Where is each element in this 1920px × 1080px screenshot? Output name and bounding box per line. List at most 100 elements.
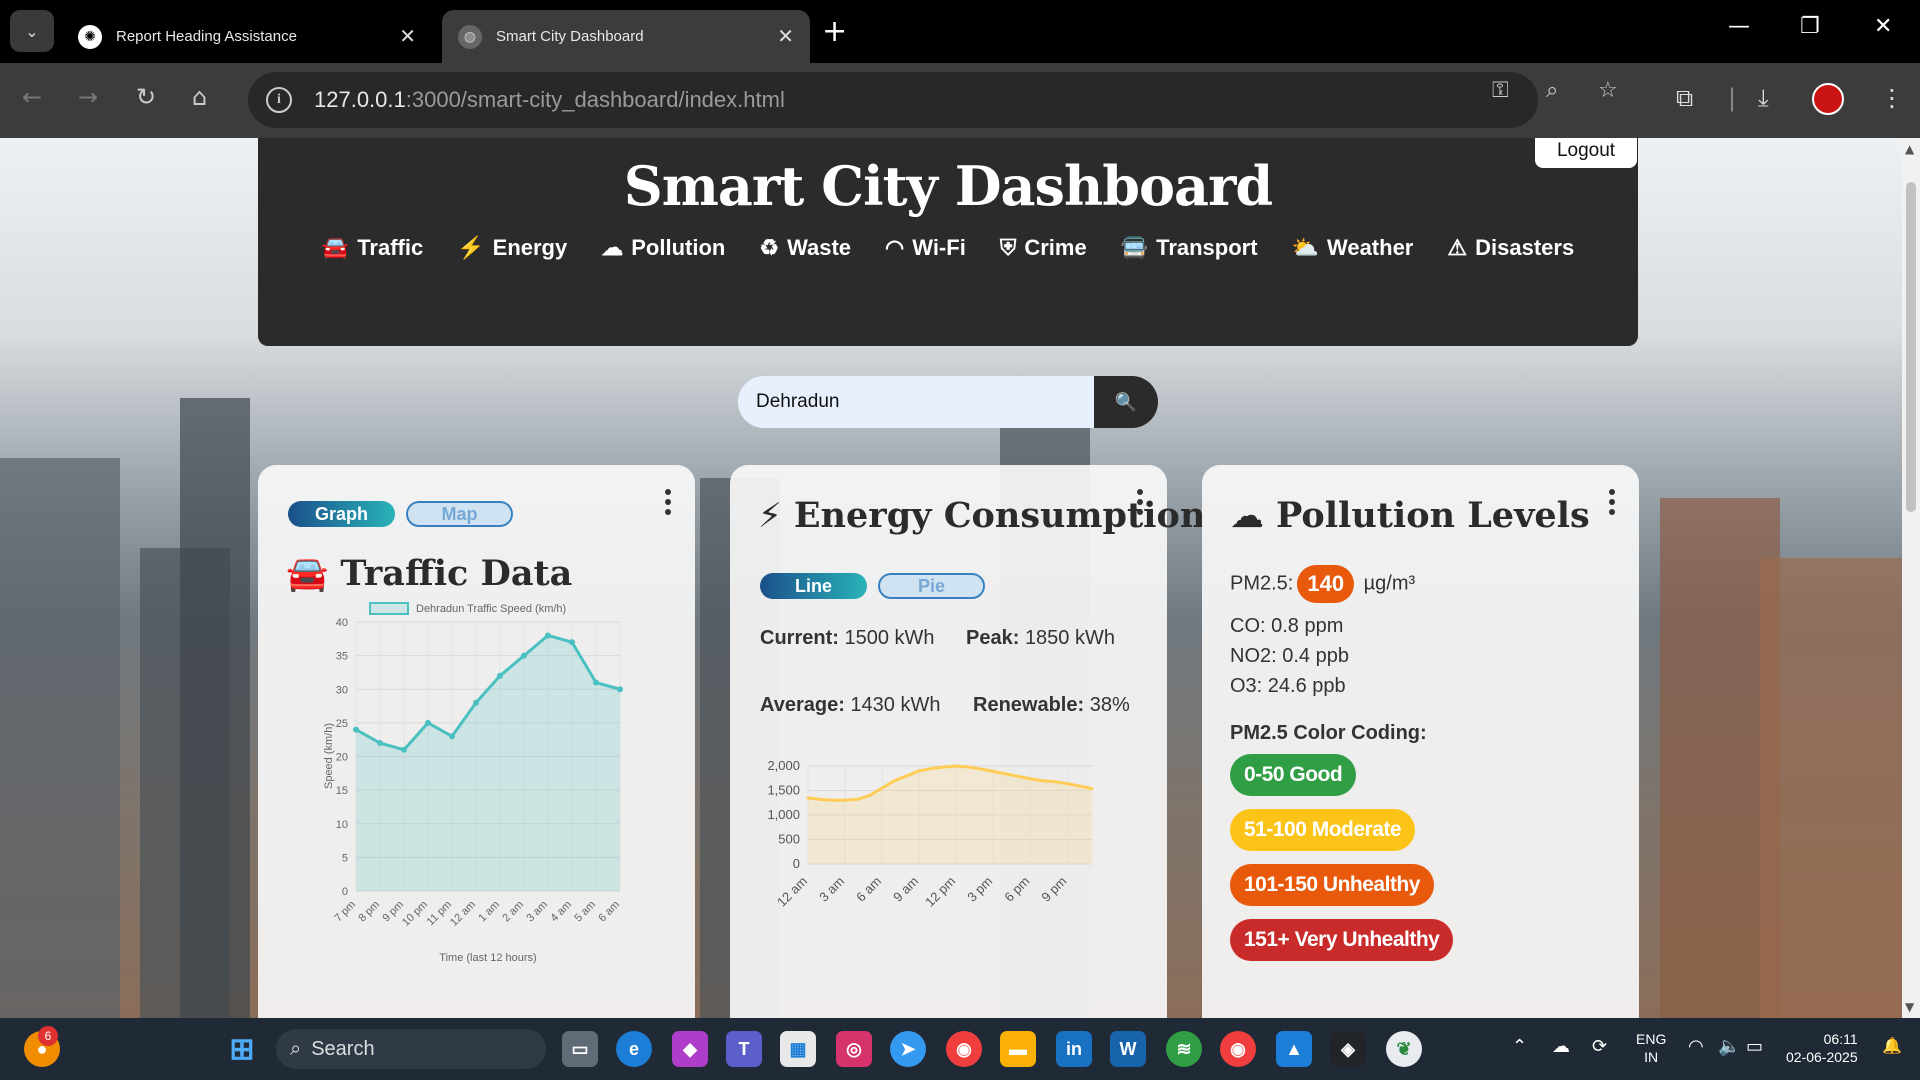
reload-icon[interactable]: ↻ xyxy=(136,83,156,111)
x-tick-label: 9 am xyxy=(890,874,921,905)
nav-energy[interactable]: ⚡ Energy xyxy=(457,235,567,261)
traffic-data-point xyxy=(617,686,623,693)
home-icon[interactable]: ⌂ xyxy=(192,83,207,111)
new-tab-button[interactable]: + xyxy=(822,14,847,49)
page-scrollbar[interactable]: ▲ ▼ xyxy=(1902,138,1920,1018)
x-tick-label: 12 am xyxy=(774,874,810,910)
site-info-icon[interactable]: i xyxy=(266,87,292,113)
extensions-icon[interactable]: ⧉ xyxy=(1676,84,1693,112)
bookmark-star-icon[interactable]: ☆ xyxy=(1598,78,1618,103)
password-key-icon[interactable]: ⚿ xyxy=(1492,78,1509,103)
close-icon[interactable]: ✕ xyxy=(777,24,794,49)
close-window-icon[interactable]: ✕ xyxy=(1874,14,1892,39)
pollution-card: ☁ Pollution Levels PM2.5: 140 µg/m³ CO: 0… xyxy=(1202,465,1639,1018)
restore-icon[interactable]: ❐ xyxy=(1800,14,1820,39)
scroll-thumb[interactable] xyxy=(1906,182,1916,512)
clock[interactable]: 06:11 02-06-2025 xyxy=(1786,1030,1858,1066)
tab-title: Smart City Dashboard xyxy=(496,28,644,45)
y-tick-label: 5 xyxy=(342,852,348,864)
windows-start-icon[interactable]: ⊞ xyxy=(224,1031,260,1067)
nav-pollution[interactable]: ☁ Pollution xyxy=(601,235,725,261)
notification-bell-icon[interactable]: 🔔 xyxy=(1882,1036,1902,1056)
linkedin-icon[interactable]: in xyxy=(1056,1031,1092,1067)
legend-label: Dehradun Traffic Speed (km/h) xyxy=(416,603,566,615)
card-menu-icon[interactable] xyxy=(1609,489,1617,515)
energy-card: ⚡ Energy Consumption Line Pie Current: 1… xyxy=(730,465,1205,1018)
tab-search-button[interactable]: ⌄ xyxy=(10,10,54,52)
close-icon[interactable]: ✕ xyxy=(399,24,416,49)
word-icon[interactable]: W xyxy=(1110,1031,1146,1067)
scroll-up-icon[interactable]: ▲ xyxy=(1905,142,1914,156)
energy-data-point xyxy=(806,796,810,800)
y-tick-label: 25 xyxy=(336,718,348,730)
logout-button[interactable]: Logout xyxy=(1535,138,1637,168)
spotify-icon[interactable]: ≋ xyxy=(1166,1031,1202,1067)
menu-kebab-icon[interactable]: ⋮ xyxy=(1880,84,1904,112)
notification-badge: 6 xyxy=(38,1026,58,1046)
copilot-icon[interactable]: ◆ xyxy=(672,1031,708,1067)
x-tick-label: 2 am xyxy=(500,899,526,925)
instagram-icon[interactable]: ◎ xyxy=(836,1031,872,1067)
wifi-icon[interactable]: ◠ xyxy=(1688,1036,1704,1057)
nav-transport[interactable]: 🚍 Transport xyxy=(1121,235,1258,261)
o3-reading: O3: 24.6 ppb xyxy=(1230,675,1346,697)
y-tick-label: 20 xyxy=(336,752,348,764)
x-tick-label: 3 am xyxy=(524,899,550,925)
tab-report-heading[interactable]: ✺ Report Heading Assistance ✕ xyxy=(62,10,432,63)
energy-data-point xyxy=(818,797,822,801)
nav-disasters[interactable]: ⚠ Disasters xyxy=(1447,235,1574,261)
file-explorer-icon[interactable]: ▬ xyxy=(1000,1031,1036,1067)
color-coding-heading: PM2.5 Color Coding: xyxy=(1230,722,1427,744)
traffic-data-point xyxy=(569,639,575,646)
address-bar[interactable]: i 127.0.0.1:3000/smart-city_dashboard/in… xyxy=(248,72,1538,128)
traffic-data-point xyxy=(473,699,479,706)
onedrive-icon[interactable]: ☁ xyxy=(1552,1036,1570,1057)
taskbar-search[interactable]: ⌕ Search xyxy=(276,1029,546,1069)
forward-icon[interactable]: → xyxy=(78,83,98,111)
task-view-icon[interactable]: ▭ xyxy=(562,1031,598,1067)
energy-data-point xyxy=(942,765,946,769)
language-indicator[interactable]: ENG IN xyxy=(1636,1030,1666,1066)
zoom-icon[interactable]: ⌕ xyxy=(1546,78,1558,103)
y-tick-label: 10 xyxy=(336,819,348,831)
tab-smart-city[interactable]: ◍ Smart City Dashboard ✕ xyxy=(442,10,810,63)
sync-icon[interactable]: ⟳ xyxy=(1592,1036,1607,1057)
energy-data-point xyxy=(892,779,896,783)
search-button[interactable]: 🔍 xyxy=(1094,376,1158,428)
car-icon: 🚘 xyxy=(321,235,350,260)
y-tick-label: 0 xyxy=(342,886,348,898)
x-tick-label: 6 am xyxy=(596,899,622,925)
teams-icon[interactable]: T xyxy=(726,1031,762,1067)
tray-overflow-icon[interactable]: ⌃ xyxy=(1512,1036,1527,1057)
nav-wifi[interactable]: ◠ Wi-Fi xyxy=(885,235,966,261)
code-good: 0-50 Good xyxy=(1230,754,1357,796)
back-icon[interactable]: ← xyxy=(22,83,42,111)
nav-weather[interactable]: ⛅ Weather xyxy=(1292,235,1414,261)
chrome-icon[interactable]: ◉ xyxy=(946,1031,982,1067)
traffic-data-point xyxy=(545,632,551,639)
edge-icon[interactable]: e xyxy=(616,1031,652,1067)
smog-icon: ☁ xyxy=(601,235,624,260)
x-tick-label: 12 am xyxy=(448,899,478,929)
photos-icon[interactable]: ▲ xyxy=(1276,1031,1312,1067)
nav-waste[interactable]: ♻ Waste xyxy=(759,235,851,261)
store-icon[interactable]: ▦ xyxy=(780,1031,816,1067)
minimize-icon[interactable]: — xyxy=(1728,14,1750,39)
telegram-icon[interactable]: ➤ xyxy=(890,1031,926,1067)
city-search-input[interactable] xyxy=(738,376,1094,428)
battery-icon[interactable]: ▭ xyxy=(1746,1036,1763,1057)
wifi-icon: ◠ xyxy=(885,235,905,260)
main-nav: 🚘 Traffic ⚡ Energy ☁ Pollution ♻ Waste ◠ Wi-F… xyxy=(258,235,1638,261)
energy-data-point xyxy=(917,769,921,773)
nav-crime[interactable]: ⛨ Crime xyxy=(1000,235,1087,261)
volume-icon[interactable]: 🔈 xyxy=(1718,1036,1740,1057)
profile-avatar[interactable] xyxy=(1812,83,1844,115)
download-icon[interactable]: ⤓ xyxy=(1758,84,1769,112)
page-title: Smart City Dashboard xyxy=(623,154,1273,218)
terminal-app-icon[interactable]: ◈ xyxy=(1330,1031,1366,1067)
scroll-down-icon[interactable]: ▼ xyxy=(1905,1000,1914,1014)
mongodb-icon[interactable]: ❦ xyxy=(1386,1031,1422,1067)
chrome-active-icon[interactable]: ◉ xyxy=(1220,1031,1256,1067)
shield-icon: ⛨ xyxy=(999,235,1017,260)
nav-traffic[interactable]: 🚘 Traffic xyxy=(322,235,423,261)
